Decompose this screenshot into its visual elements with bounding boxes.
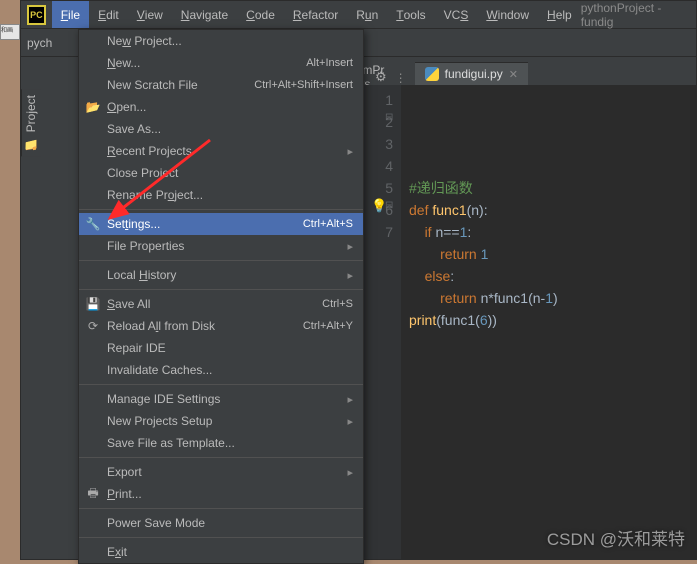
menu-item-print[interactable]: 🖶Print... <box>79 483 363 505</box>
print-icon: 🖶 <box>85 484 101 505</box>
menu-item-power-save-mode[interactable]: Power Save Mode <box>79 512 363 534</box>
menu-item-new[interactable]: New...Alt+Insert <box>79 52 363 74</box>
menu-item-save-file-as-template[interactable]: Save File as Template... <box>79 432 363 454</box>
menu-item-file-properties[interactable]: File Properties▸ <box>79 235 363 257</box>
menu-code[interactable]: Code <box>237 1 284 28</box>
editor-tabs: ⚙ ⋮ fundigui.py ✕ <box>361 57 696 85</box>
menu-item-settings[interactable]: 🔧Settings...Ctrl+Alt+S <box>79 213 363 235</box>
desktop-thumbnail: 和画 <box>0 24 20 40</box>
close-icon[interactable]: ✕ <box>509 68 518 81</box>
menu-item-rename-project[interactable]: Rename Project... <box>79 184 363 206</box>
menu-item-close-project[interactable]: Close Project <box>79 162 363 184</box>
menu-refactor[interactable]: Refactor <box>284 1 347 28</box>
menu-bar: FileEditViewNavigateCodeRefactorRunTools… <box>52 1 581 28</box>
menu-item-manage-ide-settings[interactable]: Manage IDE Settings▸ <box>79 388 363 410</box>
app-icon: PC <box>27 5 46 25</box>
wrench-icon: 🔧 <box>85 217 101 231</box>
menu-item-new-scratch-file[interactable]: New Scratch FileCtrl+Alt+Shift+Insert <box>79 74 363 96</box>
menu-item-new-project[interactable]: New Project... <box>79 30 363 52</box>
folder-icon: 📂 <box>85 100 101 114</box>
title-bar: PC FileEditViewNavigateCodeRefactorRunTo… <box>21 1 696 29</box>
menu-file[interactable]: File <box>52 1 89 28</box>
file-menu-dropdown: New Project...New...Alt+InsertNew Scratc… <box>78 29 364 564</box>
menu-help[interactable]: Help <box>538 1 581 28</box>
code-lines[interactable]: 💡 ⊟⊟ #递归函数def func1(n): if n==1: return … <box>401 85 558 559</box>
tab-fundigui[interactable]: fundigui.py ✕ <box>415 62 528 85</box>
tab-label: fundigui.py <box>445 67 503 81</box>
reload-icon: ⟳ <box>85 319 101 333</box>
breadcrumb-root[interactable]: pych <box>27 36 52 50</box>
menu-item-invalidate-caches[interactable]: Invalidate Caches... <box>79 359 363 381</box>
gear-icon[interactable]: ⚙ <box>375 69 387 85</box>
code-editor[interactable]: 1234567 💡 ⊟⊟ #递归函数def func1(n): if n==1:… <box>361 85 696 559</box>
menu-item-reload-all-from-disk[interactable]: ⟳Reload All from DiskCtrl+Alt+Y <box>79 315 363 337</box>
window-title: pythonProject - fundig <box>581 1 688 29</box>
fold-marks[interactable]: ⊟⊟ <box>385 107 397 217</box>
menu-run[interactable]: Run <box>347 1 387 28</box>
menu-item-repair-ide[interactable]: Repair IDE <box>79 337 363 359</box>
menu-item-recent-projects[interactable]: Recent Projects▸ <box>79 140 363 162</box>
menu-item-new-projects-setup[interactable]: New Projects Setup▸ <box>79 410 363 432</box>
menu-tools[interactable]: Tools <box>387 1 434 28</box>
menu-item-save-all[interactable]: 💾Save AllCtrl+S <box>79 293 363 315</box>
menu-item-open[interactable]: 📂Open... <box>79 96 363 118</box>
menu-edit[interactable]: Edit <box>89 1 128 28</box>
menu-navigate[interactable]: Navigate <box>172 1 237 28</box>
menu-window[interactable]: Window <box>477 1 538 28</box>
menu-item-export[interactable]: Export▸ <box>79 461 363 483</box>
ide-window: PC FileEditViewNavigateCodeRefactorRunTo… <box>20 0 697 560</box>
menu-item-save-as[interactable]: Save As... <box>79 118 363 140</box>
save-icon: 💾 <box>85 297 101 311</box>
menu-item-local-history[interactable]: Local History▸ <box>79 264 363 286</box>
menu-view[interactable]: View <box>128 1 172 28</box>
python-file-icon <box>425 67 439 81</box>
menu-vcs[interactable]: VCS <box>435 1 478 28</box>
